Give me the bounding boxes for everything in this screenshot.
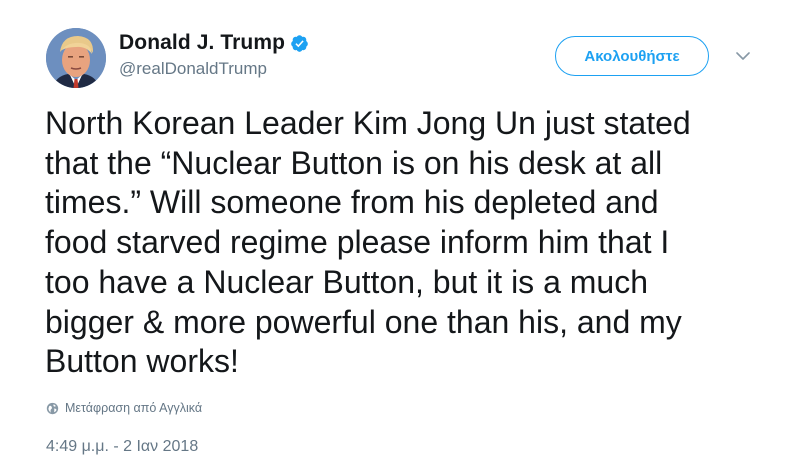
tweet-card: Donald J. Trump @realDonaldTrump Ακολουθ… xyxy=(0,0,800,464)
globe-icon xyxy=(46,402,59,415)
verified-badge-icon xyxy=(290,34,309,53)
translate-label: Μετάφραση από Αγγλικά xyxy=(65,401,203,415)
more-options-button[interactable] xyxy=(732,46,754,66)
author-block[interactable]: Donald J. Trump @realDonaldTrump xyxy=(119,30,309,79)
avatar-image xyxy=(46,28,106,88)
avatar[interactable] xyxy=(46,28,106,88)
tweet-text: North Korean Leader Kim Jong Un just sta… xyxy=(45,105,691,380)
display-name[interactable]: Donald J. Trump xyxy=(119,31,285,55)
chevron-down-icon xyxy=(736,51,750,60)
follow-button[interactable]: Ακολουθήστε xyxy=(555,36,709,76)
translate-link[interactable]: Μετάφραση από Αγγλικά xyxy=(46,401,202,415)
display-name-row: Donald J. Trump xyxy=(119,30,309,56)
timestamp[interactable]: 4:49 μ.μ. - 2 Ιαν 2018 xyxy=(46,438,198,456)
handle[interactable]: @realDonaldTrump xyxy=(119,59,309,79)
